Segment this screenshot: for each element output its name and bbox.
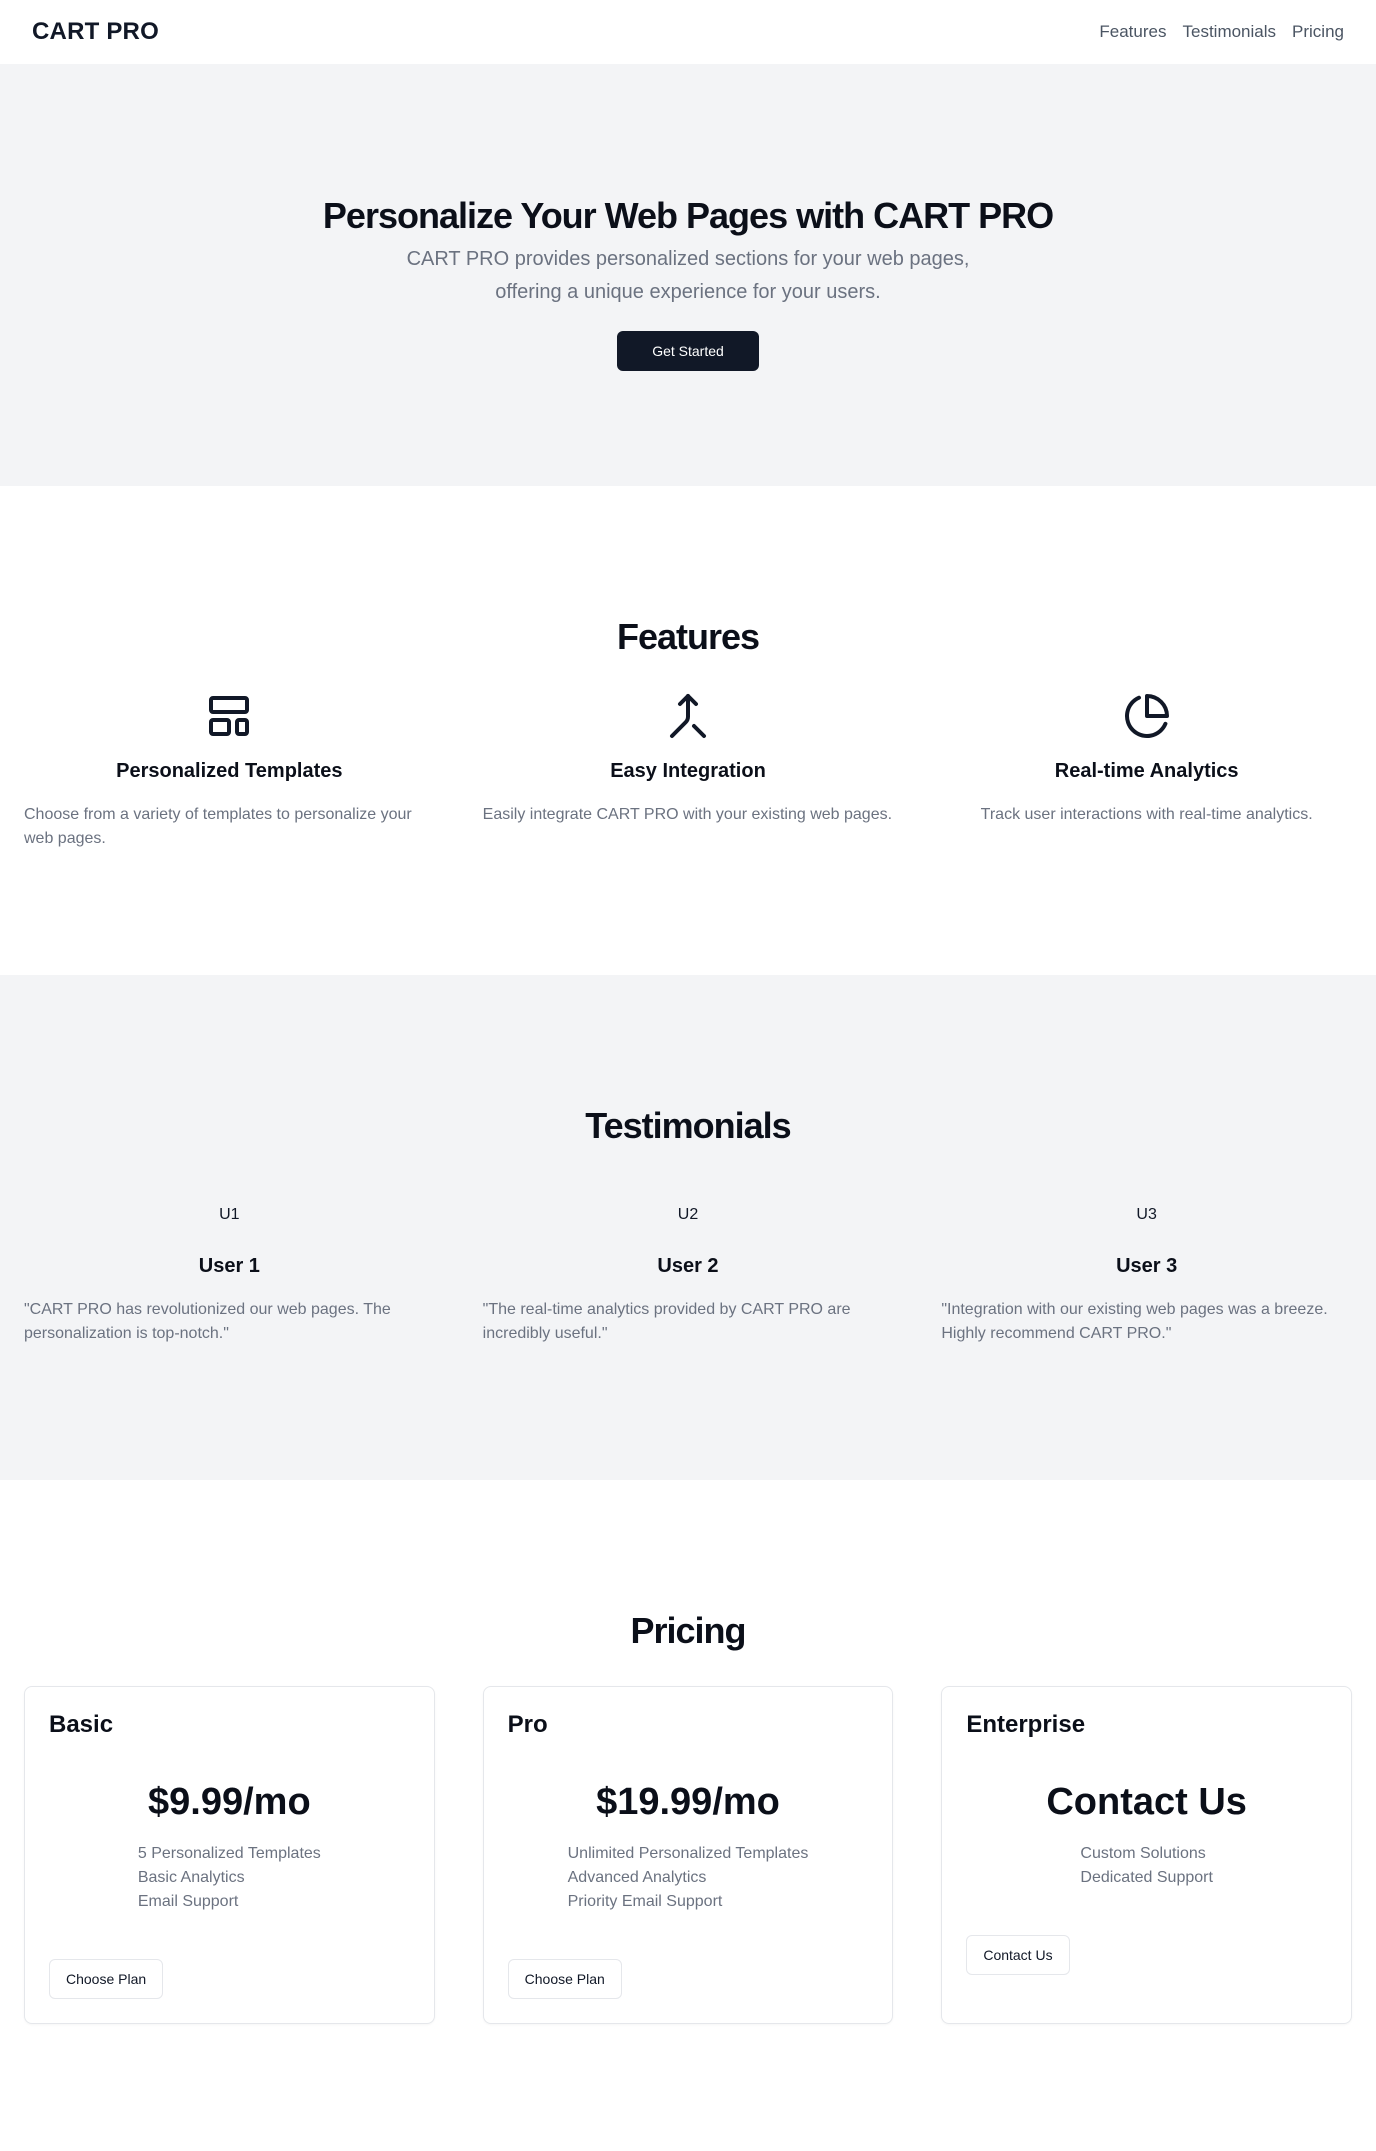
choose-plan-button[interactable]: Choose Plan: [49, 1959, 164, 1999]
testimonials-section: Testimonials U1 User 1 "CART PRO has rev…: [0, 975, 1376, 1480]
hero-title: Personalize Your Web Pages with CART PRO: [322, 195, 1054, 236]
pricing-card-enterprise: Enterprise Contact Us Custom Solutions D…: [941, 1686, 1352, 2024]
testimonial-card: U3 User 3 "Integration with our existing…: [941, 1195, 1352, 1346]
hero-subtitle: CART PRO provides personalized sections …: [406, 248, 970, 304]
testimonial-card: U2 User 2 "The real-time analytics provi…: [483, 1195, 894, 1346]
pricing-grid: Basic $9.99/mo 5 Personalized Templates …: [0, 1686, 1376, 2024]
pricing-card-pro: Pro $19.99/mo Unlimited Personalized Tem…: [482, 1686, 894, 2024]
feature-description: Track user interactions with real-time a…: [980, 806, 1313, 823]
merge-arrow-icon: [483, 688, 894, 744]
testimonials-grid: U1 User 1 "CART PRO has revolutionized o…: [0, 1195, 1376, 1346]
avatar: U1: [219, 1206, 240, 1223]
plan-name: Pro: [507, 1711, 548, 1738]
main-nav: Features Testimonials Pricing: [1099, 22, 1344, 42]
feature-title: Personalized Templates: [116, 760, 343, 782]
plan-features: Custom Solutions Dedicated Support: [966, 1842, 1327, 1890]
avatar: U2: [677, 1206, 699, 1223]
plan-features: 5 Personalized Templates Basic Analytics…: [49, 1842, 410, 1914]
plan-price: Contact Us: [1046, 1781, 1247, 1823]
feature-description: Easily integrate CART PRO with your exis…: [482, 806, 893, 823]
features-section: Features Personalized Templates Choose f…: [0, 486, 1376, 975]
testimonial-quote: "The real-time analytics provided by CAR…: [482, 1301, 851, 1342]
contact-us-button[interactable]: Contact Us: [966, 1935, 1070, 1975]
pie-chart-icon: [941, 688, 1352, 744]
testimonial-quote: "Integration with our existing web pages…: [941, 1301, 1328, 1342]
feature-card: Personalized Templates Choose from a var…: [24, 688, 435, 851]
plan-feature-item: Basic Analytics: [137, 1869, 245, 1886]
feature-title: Easy Integration: [610, 760, 766, 782]
plan-feature-item: Priority Email Support: [567, 1893, 723, 1910]
avatar: U3: [1136, 1206, 1157, 1223]
pricing-section: Pricing Basic $9.99/mo 5 Personalized Te…: [0, 1480, 1376, 2151]
plan-feature-item: Advanced Analytics: [567, 1869, 707, 1886]
features-grid: Personalized Templates Choose from a var…: [0, 688, 1376, 851]
feature-description: Choose from a variety of templates to pe…: [24, 806, 412, 847]
plan-feature-item: Unlimited Personalized Templates: [567, 1845, 809, 1862]
brand-logo[interactable]: CART PRO: [32, 18, 159, 46]
plan-price: $9.99/mo: [148, 1781, 311, 1823]
choose-plan-button[interactable]: Choose Plan: [507, 1959, 622, 1999]
testimonials-title: Testimonials: [585, 1105, 791, 1146]
plan-feature-item: Dedicated Support: [1080, 1869, 1213, 1886]
testimonial-name: User 3: [1116, 1255, 1178, 1277]
plan-price: $19.99/mo: [596, 1781, 780, 1823]
layout-template-icon: [24, 688, 435, 744]
pricing-title: Pricing: [630, 1610, 746, 1651]
plan-name: Basic: [49, 1711, 114, 1738]
hero-section: Personalize Your Web Pages with CART PRO…: [0, 64, 1376, 486]
site-header: CART PRO Features Testimonials Pricing: [0, 0, 1376, 64]
nav-link-features[interactable]: Features: [1099, 22, 1166, 42]
feature-title: Real-time Analytics: [1054, 760, 1239, 782]
testimonial-name: User 1: [198, 1255, 260, 1277]
nav-link-pricing[interactable]: Pricing: [1292, 22, 1344, 42]
features-title: Features: [616, 616, 760, 657]
feature-card: Real-time Analytics Track user interacti…: [941, 688, 1352, 851]
testimonial-quote: "CART PRO has revolutionized our web pag…: [24, 1301, 391, 1342]
pricing-card-basic: Basic $9.99/mo 5 Personalized Templates …: [24, 1686, 435, 2024]
plan-name: Enterprise: [966, 1711, 1086, 1738]
plan-feature-item: 5 Personalized Templates: [137, 1845, 321, 1862]
plan-feature-item: Custom Solutions: [1080, 1845, 1206, 1862]
plan-features: Unlimited Personalized Templates Advance…: [508, 1842, 869, 1914]
testimonial-card: U1 User 1 "CART PRO has revolutionized o…: [24, 1195, 435, 1346]
testimonial-name: User 2: [657, 1255, 719, 1277]
get-started-button[interactable]: Get Started: [617, 331, 759, 372]
feature-card: Easy Integration Easily integrate CART P…: [483, 688, 894, 851]
plan-feature-item: Email Support: [137, 1893, 239, 1910]
nav-link-testimonials[interactable]: Testimonials: [1182, 22, 1276, 42]
